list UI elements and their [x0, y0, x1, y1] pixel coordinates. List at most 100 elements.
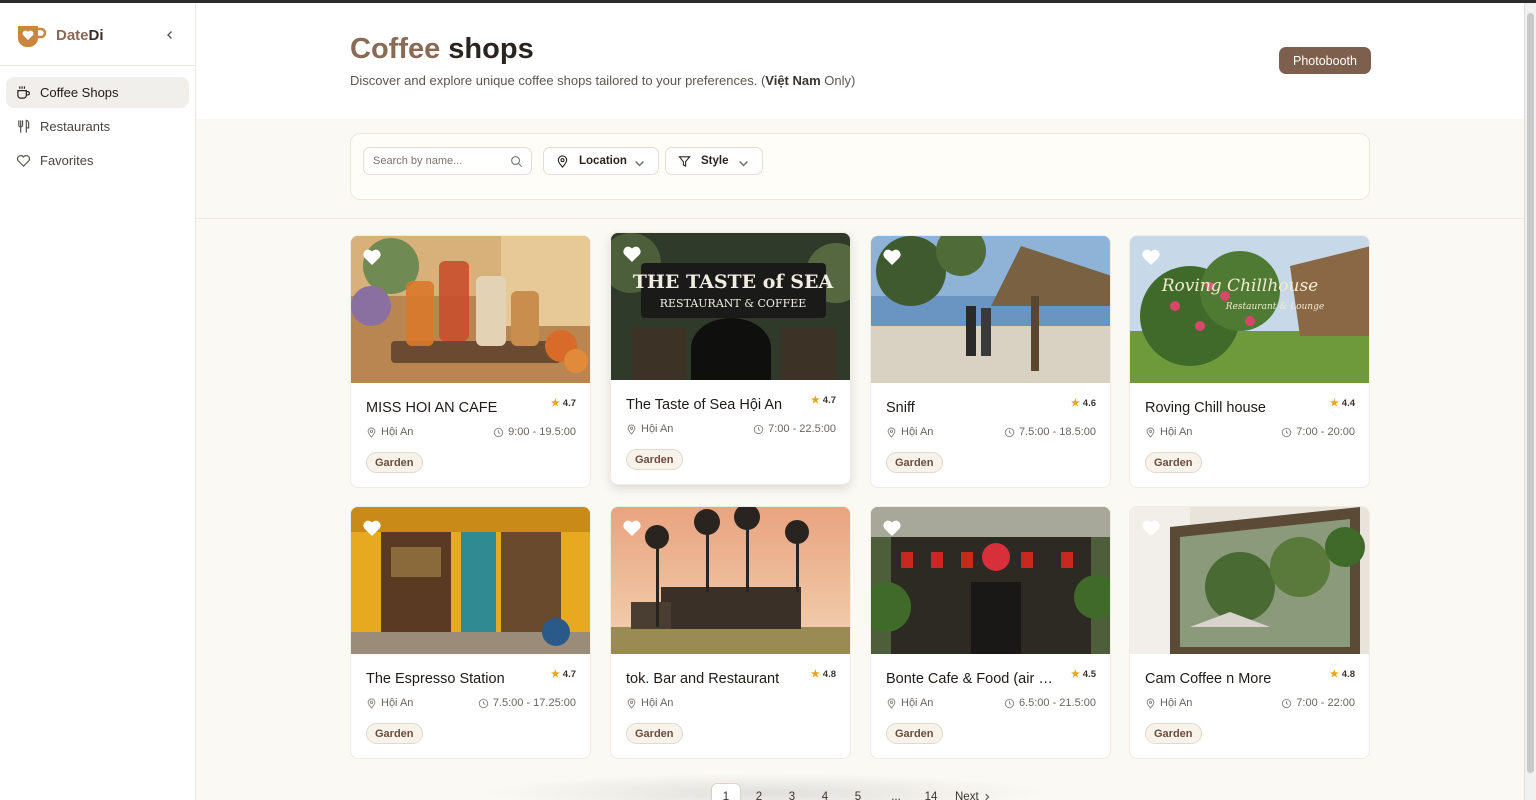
location-filter-dropdown[interactable]: Location	[543, 147, 659, 175]
page-button-4[interactable]: 4	[810, 783, 840, 800]
page-button-5[interactable]: 5	[843, 783, 873, 800]
coffee-shop-card[interactable]: The Espresso Station ★ 4.7 Hội An 7.5:00 …	[350, 506, 591, 759]
favorite-heart-icon[interactable]	[622, 518, 642, 537]
shop-name: The Taste of Sea Hội An	[626, 397, 783, 413]
page-header: Coffee shops Discover and explore unique…	[196, 3, 1524, 119]
style-tag: Garden	[626, 449, 683, 470]
style-tag: Garden	[366, 452, 423, 473]
favorite-heart-icon[interactable]	[882, 247, 902, 266]
shop-name: Sniff	[886, 400, 915, 416]
content-divider	[196, 218, 1524, 219]
shop-name: The Espresso Station	[366, 671, 505, 687]
style-filter-dropdown[interactable]: Style	[665, 147, 763, 175]
map-pin-icon	[367, 427, 376, 438]
next-page-button[interactable]: Next	[955, 791, 991, 800]
favorite-heart-icon[interactable]	[622, 244, 642, 263]
style-tag: Garden	[886, 723, 943, 744]
shop-name: Cam Coffee n More	[1145, 671, 1272, 687]
shop-hours: 7.5:00 - 17.25:00	[478, 697, 576, 709]
star-icon: ★	[550, 398, 560, 409]
clock-icon	[753, 424, 764, 434]
sidebar-item-restaurants[interactable]: Restaurants	[6, 111, 189, 142]
scrollbar[interactable]	[1524, 3, 1536, 800]
map-pin-icon	[1146, 427, 1155, 438]
page-button-3[interactable]: 3	[777, 783, 807, 800]
page-title: Coffee shops	[350, 33, 534, 65]
collapse-sidebar-button[interactable]	[160, 25, 180, 45]
favorite-heart-icon[interactable]	[1141, 247, 1161, 266]
star-icon: ★	[810, 669, 820, 680]
coffee-shop-card[interactable]: Cam Coffee n More ★ 4.8 Hội An 7:00 - 22:…	[1129, 506, 1370, 759]
favorite-heart-icon[interactable]	[362, 247, 382, 266]
sidebar-item-coffee-shops[interactable]: Coffee Shops	[6, 77, 189, 108]
style-tag: Garden	[1145, 452, 1202, 473]
coffee-heart-logo-icon	[18, 26, 46, 47]
style-filter-label: Style	[701, 155, 729, 167]
shop-location: Hội An	[1145, 426, 1192, 438]
shop-location: Hội An	[366, 697, 413, 709]
map-pin-icon	[627, 698, 636, 709]
coffee-shop-card[interactable]: tok. Bar and Restaurant ★ 4.8 Hội An Gard…	[610, 506, 851, 759]
coffee-cup-icon	[17, 86, 30, 99]
star-icon: ★	[1070, 669, 1080, 680]
page-button-1[interactable]: 1	[711, 783, 741, 800]
location-filter-label: Location	[579, 155, 627, 167]
chevron-down-icon	[739, 160, 748, 167]
shop-name: Bonte Cafe & Food (air co...	[886, 671, 1056, 687]
utensils-icon	[18, 119, 30, 133]
sidebar-divider	[0, 65, 196, 66]
brand[interactable]: DateDi	[16, 19, 104, 51]
style-tag: Garden	[366, 723, 423, 744]
shop-rating: ★ 4.7	[550, 398, 576, 409]
app-window: DateDi Coffee Shops Restaurants Favorite…	[0, 3, 1524, 800]
taste-sign-title: THE TASTE of SEA	[633, 271, 834, 293]
coffee-shop-card[interactable]: Bonte Cafe & Food (air co... ★ 4.5 Hội An…	[870, 506, 1111, 759]
favorite-heart-icon[interactable]	[1141, 518, 1161, 537]
search-input[interactable]	[373, 155, 508, 167]
shop-photo	[871, 507, 1110, 654]
clock-icon	[1004, 427, 1015, 437]
star-icon: ★	[1329, 398, 1339, 409]
shop-hours: 6.5:00 - 21.5:00	[1004, 697, 1096, 709]
shop-photo: THE TASTE of SEA RESTAURANT & COFFEE	[611, 233, 850, 380]
shop-hours: 7.5:00 - 18.5:00	[1004, 426, 1096, 438]
coffee-shop-card[interactable]: Roving Chillhouse Restaurant & Lounge Ro…	[1129, 235, 1370, 488]
shop-photo: Roving Chillhouse Restaurant & Lounge	[1130, 236, 1369, 383]
filter-panel: Location Style	[350, 133, 1370, 200]
coffee-shop-card[interactable]: Sniff ★ 4.6 Hội An 7.5:00 - 18.5:00 Garde…	[870, 235, 1111, 488]
favorite-heart-icon[interactable]	[362, 518, 382, 537]
shop-name: tok. Bar and Restaurant	[626, 671, 780, 687]
shop-hours: 9:00 - 19.5:00	[493, 426, 576, 438]
style-tag: Garden	[1145, 723, 1202, 744]
shop-photo	[351, 507, 590, 654]
style-tag: Garden	[886, 452, 943, 473]
clock-icon	[493, 427, 504, 437]
search-box[interactable]	[363, 147, 532, 175]
sidebar-item-favorites[interactable]: Favorites	[6, 145, 189, 176]
photobooth-button[interactable]: Photobooth	[1279, 47, 1371, 74]
clock-icon	[1282, 698, 1292, 708]
star-icon: ★	[1070, 398, 1080, 409]
sidebar-item-label: Restaurants	[40, 119, 111, 134]
taste-sign-subtitle: RESTAURANT & COFFEE	[660, 297, 807, 310]
shop-location: Hội An	[1145, 697, 1192, 709]
page-ellipsis: ...	[891, 791, 901, 800]
page-button-last[interactable]: 14	[916, 783, 946, 800]
search-icon	[511, 156, 523, 168]
style-tag: Garden	[626, 723, 683, 744]
page-subtitle: Discover and explore unique coffee shops…	[350, 73, 856, 88]
map-pin-icon	[627, 424, 636, 435]
shop-hours: 7:00 - 22:00	[1281, 697, 1355, 709]
shop-rating: ★ 4.6	[1070, 398, 1096, 409]
shop-photo	[351, 236, 590, 383]
shop-location: Hội An	[886, 697, 933, 709]
map-pin-icon	[887, 427, 896, 438]
favorite-heart-icon[interactable]	[882, 518, 902, 537]
page-button-2[interactable]: 2	[744, 783, 774, 800]
coffee-shop-card[interactable]: THE TASTE of SEA RESTAURANT & COFFEE The…	[610, 232, 851, 485]
coffee-shop-card[interactable]: MISS HOI AN CAFE ★ 4.7 Hội An 9:00 - 19.5…	[350, 235, 591, 488]
scrollbar-thumb[interactable]	[1527, 13, 1534, 773]
shop-hours: 7:00 - 20:00	[1281, 426, 1355, 438]
shop-rating: ★ 4.7	[550, 669, 576, 680]
shop-rating: ★ 4.5	[1070, 669, 1096, 680]
